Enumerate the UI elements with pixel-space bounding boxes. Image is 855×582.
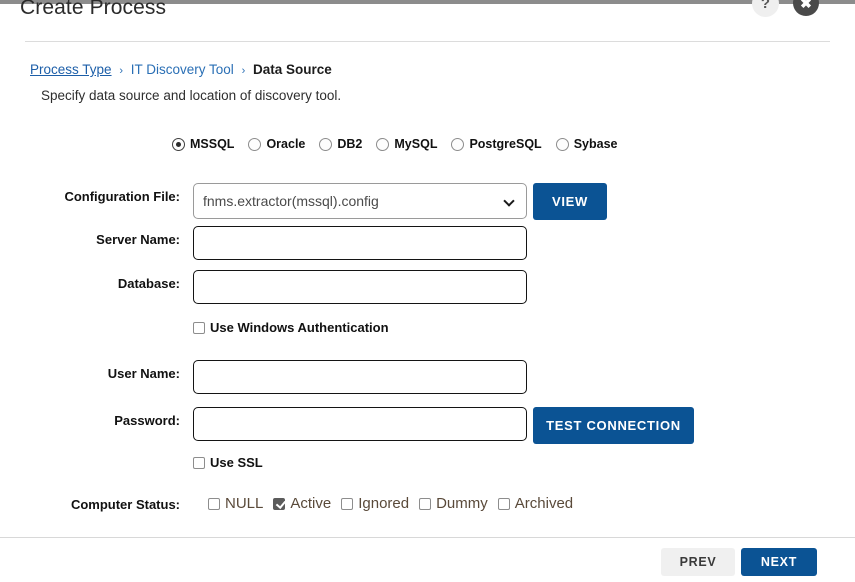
breadcrumb-item-process-type[interactable]: Process Type xyxy=(30,62,112,77)
password-input[interactable] xyxy=(193,407,527,441)
radio-indicator-icon[interactable] xyxy=(248,137,262,151)
status-label: NULL xyxy=(225,495,264,512)
checkbox-indicator-icon[interactable] xyxy=(193,321,205,334)
radio-option-sybase[interactable]: Sybase xyxy=(555,137,618,151)
test-connection-button[interactable]: TEST CONNECTION xyxy=(533,407,694,444)
status-option-ignored[interactable]: Ignored xyxy=(341,495,409,512)
status-label: Archived xyxy=(514,495,574,512)
checkbox-indicator-icon[interactable] xyxy=(341,497,354,510)
computer-status-checkbox-group: NULL Active Ignored Dummy Archived xyxy=(208,495,583,512)
close-icon[interactable]: ✖ xyxy=(793,0,819,16)
create-process-dialog: Create Process ? ✖ Process Type › IT Dis… xyxy=(0,0,855,582)
radio-indicator-icon[interactable] xyxy=(376,137,390,151)
label-configuration-file: Configuration File: xyxy=(64,189,180,204)
user-name-input[interactable] xyxy=(193,360,527,394)
radio-label: MSSQL xyxy=(190,137,235,151)
use-windows-authentication-label: Use Windows Authentication xyxy=(210,320,389,335)
breadcrumb-separator-icon: › xyxy=(119,65,123,77)
radio-option-oracle[interactable]: Oracle xyxy=(248,137,305,151)
footer-divider xyxy=(0,537,855,538)
radio-indicator-icon[interactable] xyxy=(555,137,569,151)
breadcrumb-item-it-discovery-tool[interactable]: IT Discovery Tool xyxy=(131,62,234,77)
database-input[interactable] xyxy=(193,270,527,304)
radio-label: Oracle xyxy=(266,137,306,151)
radio-indicator-icon[interactable] xyxy=(451,137,465,151)
use-windows-authentication-checkbox-row[interactable]: Use Windows Authentication xyxy=(193,320,389,335)
radio-option-postgresql[interactable]: PostgreSQL xyxy=(451,137,542,151)
status-label: Dummy xyxy=(436,495,488,512)
configuration-file-select[interactable]: fnms.extractor(mssql).config xyxy=(193,183,527,219)
checkbox-indicator-icon[interactable] xyxy=(193,456,205,469)
radio-label: DB2 xyxy=(337,137,363,151)
radio-label: Sybase xyxy=(573,137,618,151)
status-option-dummy[interactable]: Dummy xyxy=(419,495,488,512)
page-title: Create Process xyxy=(20,0,167,19)
breadcrumb: Process Type › IT Discovery Tool › Data … xyxy=(30,62,332,77)
status-label: Ignored xyxy=(358,495,410,512)
checkbox-indicator-icon[interactable] xyxy=(419,497,432,510)
radio-indicator-icon[interactable] xyxy=(319,137,333,151)
view-button[interactable]: VIEW xyxy=(533,183,607,220)
label-database: Database: xyxy=(117,276,180,291)
checkbox-indicator-icon[interactable] xyxy=(208,497,220,510)
checkbox-indicator-icon[interactable] xyxy=(497,497,510,510)
checkbox-indicator-icon[interactable] xyxy=(273,497,286,510)
radio-option-mysql[interactable]: MySQL xyxy=(376,137,437,151)
next-button[interactable]: NEXT xyxy=(741,548,817,576)
status-option-null[interactable]: NULL xyxy=(208,495,263,512)
label-computer-status: Computer Status: xyxy=(70,497,180,512)
use-ssl-label: Use SSL xyxy=(210,455,263,470)
status-label: Active xyxy=(290,495,332,512)
label-user-name: User Name: xyxy=(107,366,180,381)
database-type-radio-group: MSSQL Oracle DB2 MySQL PostgreSQL Sybase xyxy=(172,137,631,151)
header-divider xyxy=(25,41,830,42)
use-ssl-checkbox-row[interactable]: Use SSL xyxy=(193,455,263,470)
status-option-active[interactable]: Active xyxy=(273,495,331,512)
prev-button[interactable]: PREV xyxy=(661,548,735,576)
chevron-down-icon[interactable] xyxy=(505,196,515,206)
radio-indicator-icon[interactable] xyxy=(172,137,185,151)
breadcrumb-separator-icon: › xyxy=(241,65,246,77)
breadcrumb-item-data-source: Data Source xyxy=(253,62,332,77)
radio-label: PostgreSQL xyxy=(469,137,542,151)
server-name-input[interactable] xyxy=(193,226,527,260)
page-subtitle: Specify data source and location of disc… xyxy=(41,88,342,103)
label-password: Password: xyxy=(114,413,180,428)
configuration-file-value: fnms.extractor(mssql).config xyxy=(203,193,379,209)
radio-label: MySQL xyxy=(394,137,438,151)
label-server-name: Server Name: xyxy=(96,232,180,247)
help-icon[interactable]: ? xyxy=(752,0,779,17)
radio-option-mssql[interactable]: MSSQL xyxy=(172,137,234,151)
status-option-archived[interactable]: Archived xyxy=(497,495,574,512)
radio-option-db2[interactable]: DB2 xyxy=(319,137,362,151)
